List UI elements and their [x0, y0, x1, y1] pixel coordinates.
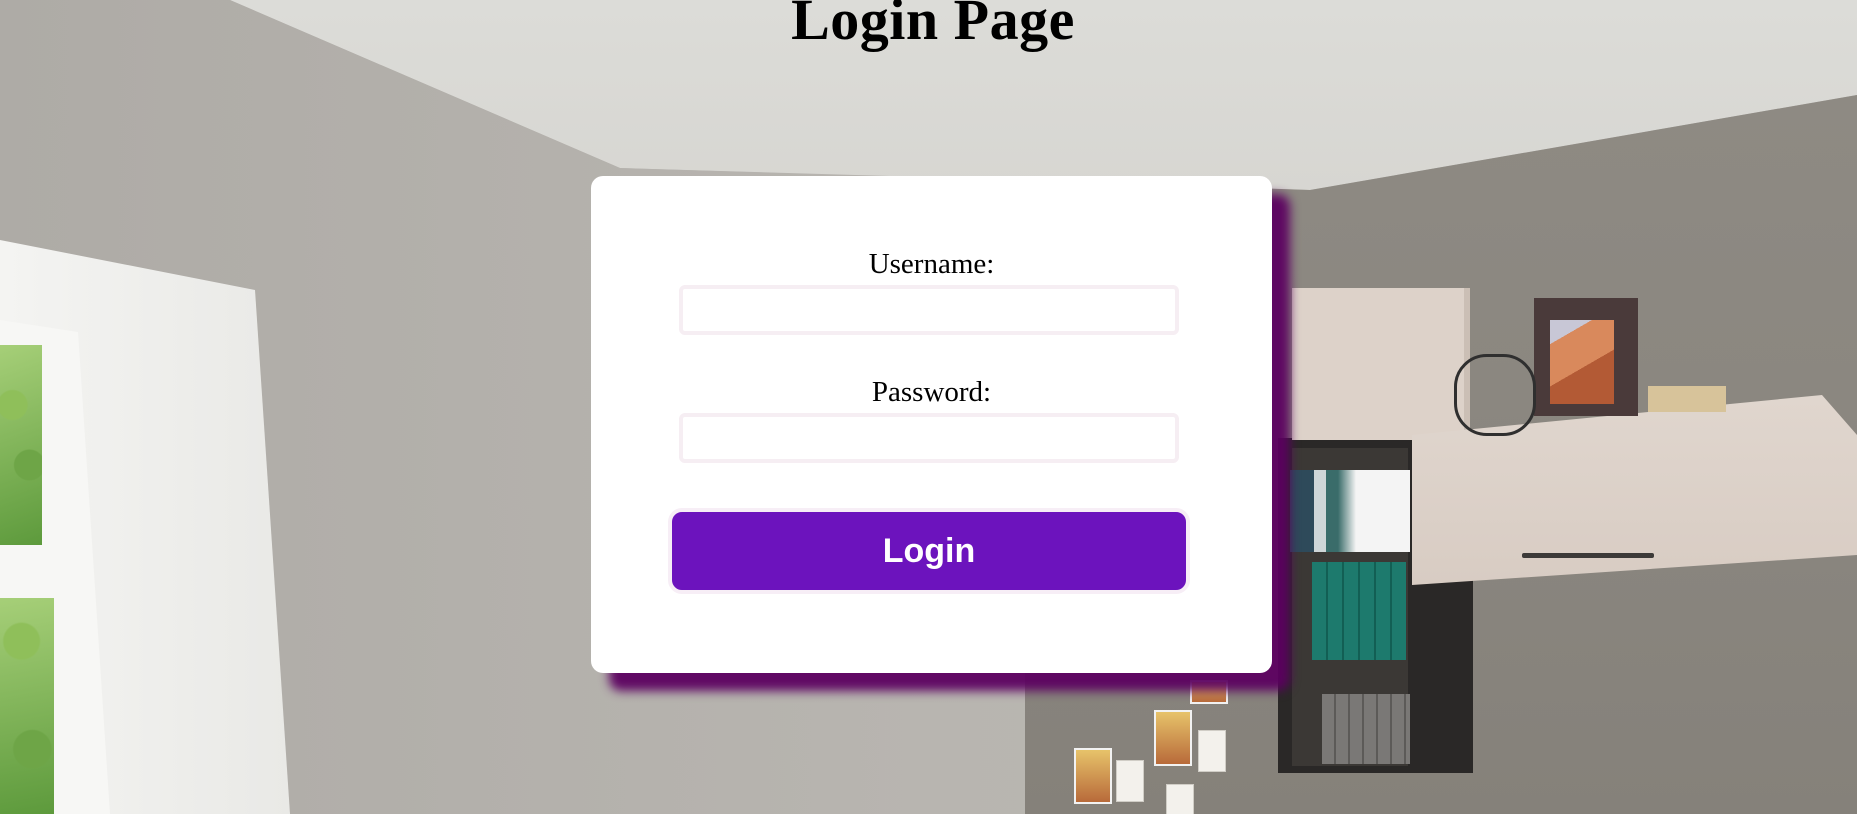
background-note	[1116, 760, 1144, 802]
background-books	[1322, 694, 1410, 764]
background-window-foliage	[0, 598, 54, 814]
page-title: Login Page	[791, 0, 1075, 52]
background-photo	[1190, 680, 1228, 704]
background-pinned-photos	[1070, 680, 1230, 814]
background-books	[1312, 562, 1406, 660]
background-picture	[1550, 320, 1614, 404]
username-input[interactable]	[679, 285, 1179, 335]
background-note	[1166, 784, 1194, 814]
login-button[interactable]: Login	[668, 508, 1190, 594]
background-cabinet-handle	[1522, 553, 1654, 558]
background-photo	[1074, 748, 1112, 804]
background-ornament	[1454, 354, 1536, 436]
background-photo	[1154, 710, 1192, 766]
background-window-foliage	[0, 345, 42, 545]
login-form-card: Username: Password: Login	[591, 176, 1272, 673]
password-label: Password:	[871, 376, 992, 408]
background-box	[1648, 386, 1726, 412]
background-note	[1198, 730, 1226, 772]
username-label: Username:	[868, 248, 995, 280]
background-cabinet	[1292, 288, 1470, 440]
background-books	[1290, 470, 1410, 552]
password-input[interactable]	[679, 413, 1179, 463]
